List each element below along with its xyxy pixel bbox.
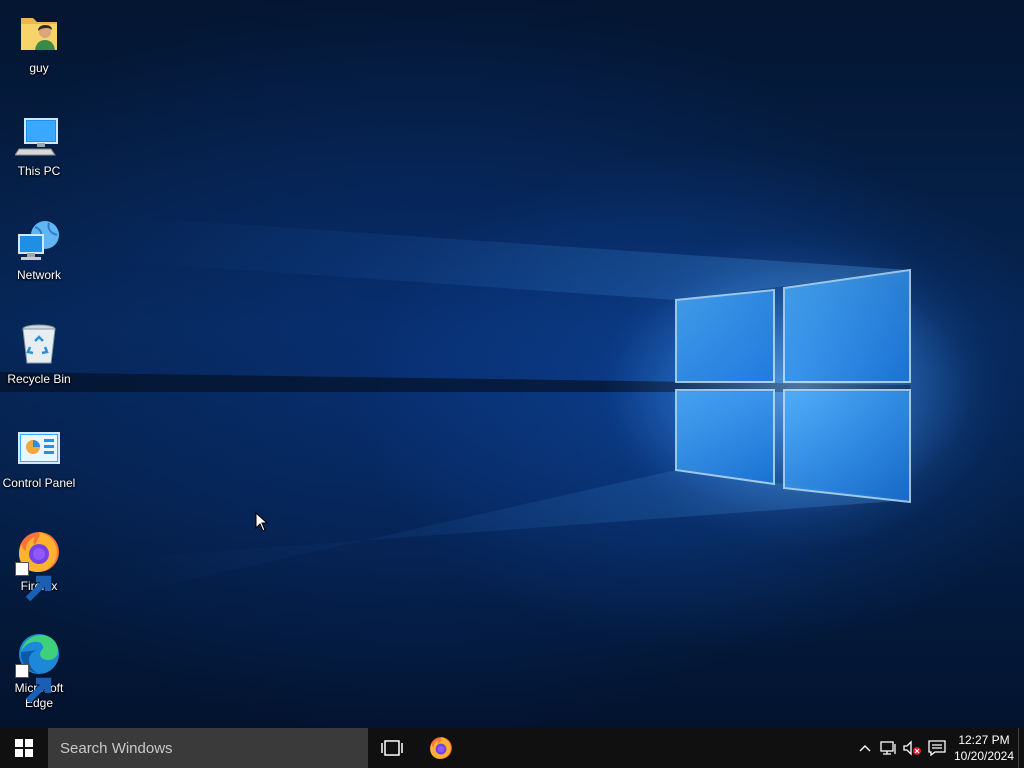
control-panel-icon [15, 425, 63, 473]
computer-icon [14, 113, 63, 161]
desktop-icon-label: guy [29, 61, 49, 75]
firefox-icon [430, 737, 452, 759]
action-center-icon [928, 740, 946, 756]
clock-date: 10/20/2024 [953, 749, 1015, 763]
desktop-icon-label: Control Panel [2, 476, 76, 490]
start-button[interactable] [0, 728, 48, 768]
desktop-icon-this-pc[interactable]: This PC [0, 113, 78, 179]
windows-logo-wallpaper [0, 215, 1000, 600]
desktop-icon-recycle-bin[interactable]: Recycle Bin [0, 321, 78, 387]
desktop-icon-microsoft-edge[interactable]: Microsoft Edge [0, 630, 78, 711]
edge-icon [15, 630, 63, 704]
desktop-icon-label: Network [16, 268, 61, 282]
recycle-bin-icon [15, 321, 63, 369]
mouse-cursor-icon [255, 512, 269, 532]
show-desktop-button[interactable] [1018, 728, 1024, 768]
shortcut-arrow-icon [15, 664, 52, 704]
task-view-icon [381, 740, 403, 756]
shortcut-arrow-icon [15, 562, 52, 602]
taskbar-firefox-button[interactable] [417, 728, 465, 768]
volume-tray-button[interactable] [900, 728, 924, 768]
user-folder-icon [15, 10, 63, 58]
network-tray-button[interactable] [877, 728, 901, 768]
chevron-up-icon [859, 745, 871, 752]
desktop-icon-user-folder[interactable]: guy [0, 10, 78, 76]
search-input[interactable]: Search Windows [48, 728, 368, 768]
action-center-button[interactable] [925, 728, 949, 768]
search-placeholder: Search Windows [60, 739, 173, 757]
network-icon [880, 741, 896, 755]
task-view-button[interactable] [368, 728, 416, 768]
taskbar: Search Windows 12:27 PM 10/20/2024 [0, 728, 1024, 768]
network-icon [15, 217, 63, 265]
desktop-icon-network[interactable]: Network [0, 217, 78, 283]
desktop[interactable]: guy This PC Network Recycle Bin Control … [0, 0, 1024, 728]
firefox-icon [15, 528, 63, 602]
clock-time: 12:27 PM [958, 733, 1010, 747]
desktop-icon-label: This PC [17, 164, 61, 178]
desktop-icon-label: Recycle Bin [7, 372, 71, 386]
show-hidden-icons-button[interactable] [853, 728, 877, 768]
clock[interactable]: 12:27 PM 10/20/2024 [948, 728, 1020, 768]
desktop-icon-firefox[interactable]: Firefox [0, 528, 78, 602]
desktop-icon-control-panel[interactable]: Control Panel [0, 425, 78, 491]
windows-start-icon [15, 739, 33, 757]
volume-muted-icon [903, 740, 921, 756]
